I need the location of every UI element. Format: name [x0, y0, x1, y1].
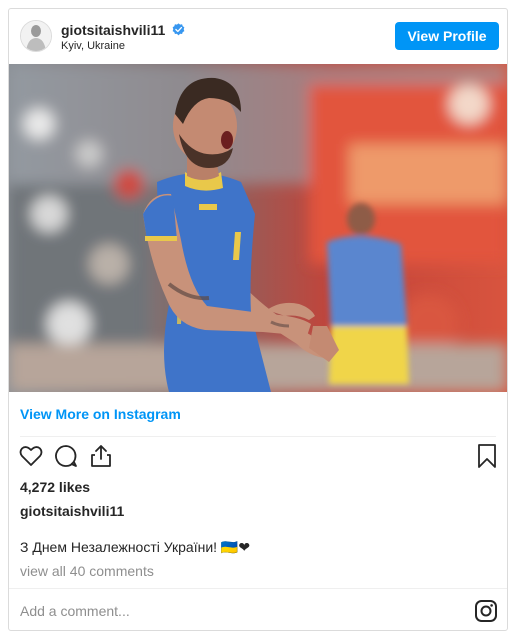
verified-badge-icon	[172, 23, 185, 36]
comment-icon[interactable]	[53, 443, 79, 469]
post-username[interactable]: giotsitaishvili11	[61, 22, 165, 38]
view-profile-button[interactable]: View Profile	[395, 22, 499, 50]
view-more-on-instagram-link[interactable]: View More on Instagram	[20, 406, 181, 422]
post-photo-image	[9, 64, 507, 392]
heart-icon[interactable]	[18, 443, 44, 469]
divider	[20, 436, 496, 437]
add-comment-field[interactable]: Add a comment...	[20, 603, 130, 619]
avatar[interactable]	[20, 20, 52, 52]
view-all-comments-link[interactable]: view all 40 comments	[20, 563, 154, 579]
instagram-logo-icon[interactable]	[474, 599, 498, 623]
post-location[interactable]: Kyiv, Ukraine	[61, 40, 125, 52]
instagram-embed-card: giotsitaishvili11 Kyiv, Ukraine View Pro…	[8, 8, 508, 631]
post-photo[interactable]	[9, 64, 507, 392]
action-bar	[9, 443, 507, 473]
divider	[9, 588, 507, 589]
bookmark-icon[interactable]	[474, 443, 500, 469]
post-owner-username[interactable]: giotsitaishvili11	[20, 503, 124, 519]
post-header: giotsitaishvili11 Kyiv, Ukraine View Pro…	[9, 9, 507, 64]
post-caption: З Днем Незалежності України! 🇺🇦❤	[20, 539, 251, 555]
likes-count[interactable]: 4,272 likes	[20, 479, 90, 495]
share-icon[interactable]	[88, 443, 114, 469]
